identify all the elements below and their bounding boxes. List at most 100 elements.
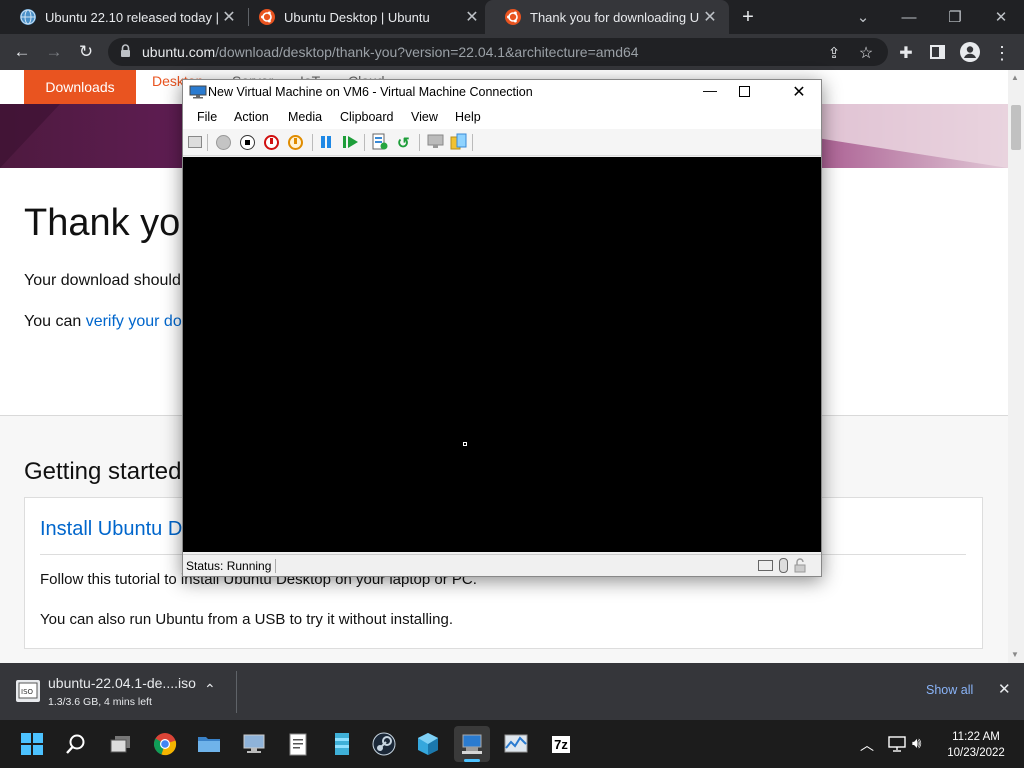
notepad-icon[interactable] — [280, 726, 316, 762]
revert-icon[interactable]: ↺ — [397, 134, 410, 152]
page-scrollbar[interactable] — [1008, 70, 1024, 663]
folder-icon[interactable] — [191, 726, 227, 762]
share-page-icon[interactable]: ⇪ — [822, 41, 846, 65]
url-host: ubuntu.com — [142, 44, 216, 60]
vm-maximize-icon[interactable] — [739, 86, 750, 97]
vm-toolbar: ↺ — [183, 129, 821, 156]
lock-status-icon — [794, 558, 806, 578]
close-shelf-icon[interactable]: ✕ — [998, 680, 1011, 698]
7zip-label: 7z — [552, 735, 570, 753]
svg-text:ISO: ISO — [21, 688, 34, 696]
nav-downloads[interactable]: Downloads — [24, 70, 136, 104]
vm-statusbar: Status: Running — [183, 554, 821, 576]
enhanced-session-icon[interactable] — [427, 134, 445, 155]
chevron-up-icon[interactable]: ⌃ — [204, 681, 216, 698]
forward-icon[interactable]: → — [42, 40, 66, 64]
search-icon[interactable] — [58, 726, 94, 762]
menu-file[interactable]: File — [197, 110, 217, 124]
clock-date: 10/23/2022 — [947, 747, 1005, 759]
vm-monitor-icon — [189, 85, 207, 99]
toolbar-separator — [207, 134, 208, 151]
menu-view[interactable]: View — [411, 110, 438, 124]
chrome-icon[interactable] — [147, 726, 183, 762]
download-file-name[interactable]: ubuntu-22.04.1-de....iso — [48, 675, 196, 691]
globe-icon — [20, 9, 36, 25]
cube-icon[interactable] — [410, 726, 446, 762]
tab-close-icon[interactable]: ✕ — [461, 7, 483, 27]
clock-time: 11:22 AM — [952, 731, 1000, 743]
new-tab-button[interactable]: + — [736, 4, 760, 30]
shelf-divider — [236, 671, 237, 713]
windows-start-icon[interactable] — [14, 726, 50, 762]
address-bar[interactable]: ubuntu.com/download/desktop/thank-you?ve… — [108, 38, 888, 66]
scrollbar-thumb[interactable] — [1011, 105, 1021, 150]
verify-link[interactable]: verify your do — [86, 313, 182, 330]
minimize-icon[interactable]: — — [886, 0, 932, 34]
ctrl-alt-del-icon[interactable] — [188, 136, 202, 148]
vm-connection-window: New Virtual Machine on VM6 - Virtual Mac… — [182, 79, 822, 577]
browser-tab-thank-you[interactable]: Thank you for downloading Ubun ✕ — [485, 0, 729, 34]
vm-window-title: New Virtual Machine on VM6 - Virtual Mac… — [208, 85, 533, 99]
7zip-icon[interactable]: 7z — [543, 726, 579, 762]
vm-display-screen[interactable] — [183, 157, 821, 552]
extensions-icon[interactable]: ✚ — [894, 41, 918, 65]
resume-icon[interactable] — [343, 135, 359, 154]
tab-title: Ubuntu 22.10 released today | Lin — [45, 9, 218, 25]
toolbar-separator — [472, 134, 473, 151]
archive-icon[interactable] — [324, 726, 360, 762]
download-shelf: ISO ubuntu-22.04.1-de....iso 1.3/3.6 GB,… — [0, 663, 1024, 720]
section-heading: Getting started — [24, 458, 182, 485]
tab-search-icon[interactable]: ⌄ — [840, 0, 886, 34]
pause-icon[interactable] — [321, 136, 331, 148]
tab-close-icon[interactable]: ✕ — [218, 7, 240, 27]
card-line-usb: You can also run Ubuntu from a USB to tr… — [40, 611, 453, 628]
bookmark-star-icon[interactable]: ☆ — [854, 41, 878, 65]
start-icon[interactable] — [216, 135, 231, 150]
checkpoint-icon[interactable] — [372, 133, 388, 156]
menu-media[interactable]: Media — [288, 110, 322, 124]
vm-status-text: Status: Running — [186, 559, 277, 573]
show-hidden-icons-icon[interactable]: ︿ — [860, 735, 874, 755]
ubuntu-icon — [505, 9, 521, 25]
active-app-indicator — [464, 759, 480, 762]
remote-desktop-icon[interactable] — [236, 726, 272, 762]
hyper-v-icon[interactable] — [454, 726, 490, 762]
volume-icon[interactable]: 🔊︎ — [912, 735, 921, 752]
profile-avatar-icon[interactable] — [960, 42, 980, 62]
side-panel-icon[interactable] — [930, 45, 945, 59]
menu-kebab-icon[interactable]: ⋮ — [990, 41, 1014, 65]
shutdown-icon[interactable] — [264, 135, 279, 150]
vm-close-icon[interactable]: ✕ — [787, 82, 811, 102]
menu-action[interactable]: Action — [234, 110, 269, 124]
restore-icon[interactable]: ❐ — [932, 0, 978, 34]
scroll-up-icon[interactable]: ▲ — [1011, 73, 1019, 82]
download-message: Your download should — [24, 272, 181, 289]
toolbar-separator — [364, 134, 365, 151]
tab-close-icon[interactable]: ✕ — [699, 7, 721, 27]
menu-clipboard[interactable]: Clipboard — [340, 110, 394, 124]
keyboard-icon — [758, 560, 773, 571]
card-title-link[interactable]: Install Ubuntu De — [40, 518, 193, 541]
browser-tab-linux[interactable]: Ubuntu 22.10 released today | Lin ✕ — [0, 0, 248, 34]
tab-title: Thank you for downloading Ubun — [530, 9, 699, 25]
scroll-down-icon[interactable]: ▼ — [1011, 650, 1019, 659]
network-icon[interactable] — [888, 736, 906, 757]
task-view-icon[interactable] — [103, 726, 139, 762]
browser-tab-ubuntu-desktop[interactable]: Ubuntu Desktop | Ubuntu ✕ — [239, 0, 491, 34]
clock[interactable]: 11:22 AM 10/23/2022 — [944, 729, 1008, 761]
performance-icon[interactable] — [498, 726, 534, 762]
reload-icon[interactable]: ↻ — [74, 40, 98, 64]
vm-minimize-icon[interactable]: — — [695, 82, 725, 98]
mouse-icon — [779, 558, 788, 573]
ubuntu-icon — [259, 9, 275, 25]
share-icon[interactable] — [450, 133, 467, 156]
menu-help[interactable]: Help — [455, 110, 481, 124]
show-all-button[interactable]: Show all — [926, 683, 973, 697]
back-icon[interactable]: ← — [10, 40, 34, 64]
steam-icon[interactable] — [366, 726, 402, 762]
verify-line: You can verify your do — [24, 313, 182, 331]
turn-off-icon[interactable] — [240, 135, 255, 150]
close-window-icon[interactable]: ✕ — [978, 0, 1024, 34]
vm-menubar: File Action Media Clipboard View Help — [183, 105, 821, 129]
save-state-icon[interactable] — [288, 135, 303, 150]
